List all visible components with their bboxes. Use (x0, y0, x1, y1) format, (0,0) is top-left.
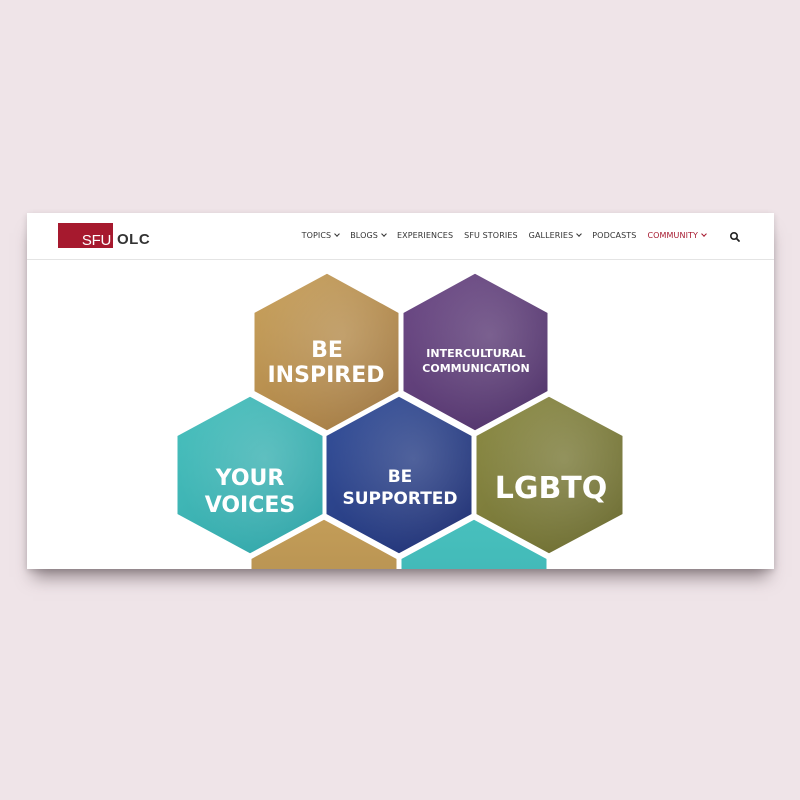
nav-item-label: GALLERIES (528, 231, 574, 240)
chevron-down-icon (334, 231, 341, 237)
nav-item-blogs[interactable]: BLOGS (350, 231, 387, 240)
nav-item-galleries[interactable]: GALLERIES (528, 231, 583, 240)
hexagon-collage: BE INSPIRED INTERCULTURAL COMMUNICATION … (174, 270, 626, 569)
nav-item-experiences[interactable]: EXPERIENCES (397, 231, 453, 240)
tile-title-line: SUPPORTED (342, 489, 457, 509)
logo-olc-text: OLC (117, 231, 151, 248)
chevron-down-icon (381, 231, 387, 237)
logo-sfu-text: SFU (81, 232, 111, 249)
tile-title-line: INTERCULTURAL (426, 347, 525, 360)
search-button[interactable] (729, 230, 741, 242)
tile-title-line: INSPIRED (268, 363, 385, 388)
website-screenshot: SFU OLC TOPICS BLOGS EXPERIENCES SFU STO… (27, 213, 774, 569)
tile-title-line: BE (388, 467, 413, 487)
nav-item-podcasts[interactable]: PODCASTS (592, 231, 636, 240)
hero-hexagon-grid: BE INSPIRED INTERCULTURAL COMMUNICATION … (27, 260, 774, 569)
chevron-down-icon (576, 231, 583, 237)
nav-item-label: SFU STORIES (464, 231, 518, 240)
nav-item-label: EXPERIENCES (396, 231, 454, 240)
nav-item-label: TOPICS (301, 231, 332, 240)
tile-title-line: YOUR (215, 466, 285, 491)
nav-item-label: BLOGS (350, 231, 378, 240)
sfu-logo-block: SFU (58, 223, 113, 248)
site-header: SFU OLC TOPICS BLOGS EXPERIENCES SFU STO… (27, 213, 774, 260)
main-nav: TOPICS BLOGS EXPERIENCES SFU STORIES GAL… (291, 231, 707, 240)
nav-item-label: PODCASTS (592, 231, 637, 240)
nav-item-community[interactable]: COMMUNITY (647, 231, 707, 240)
chevron-down-icon (701, 231, 707, 237)
tile-title-line: VOICES (205, 493, 296, 518)
tile-title-line: COMMUNICATION (422, 362, 529, 375)
site-logo[interactable]: SFU OLC (58, 223, 150, 248)
search-icon (729, 231, 740, 242)
nav-item-sfu-stories[interactable]: SFU STORIES (464, 231, 518, 240)
nav-item-label: COMMUNITY (647, 231, 698, 240)
nav-item-topics[interactable]: TOPICS (301, 231, 341, 240)
tile-title-line: LGBTQ (495, 471, 608, 506)
tile-title-line: BE (311, 338, 343, 363)
